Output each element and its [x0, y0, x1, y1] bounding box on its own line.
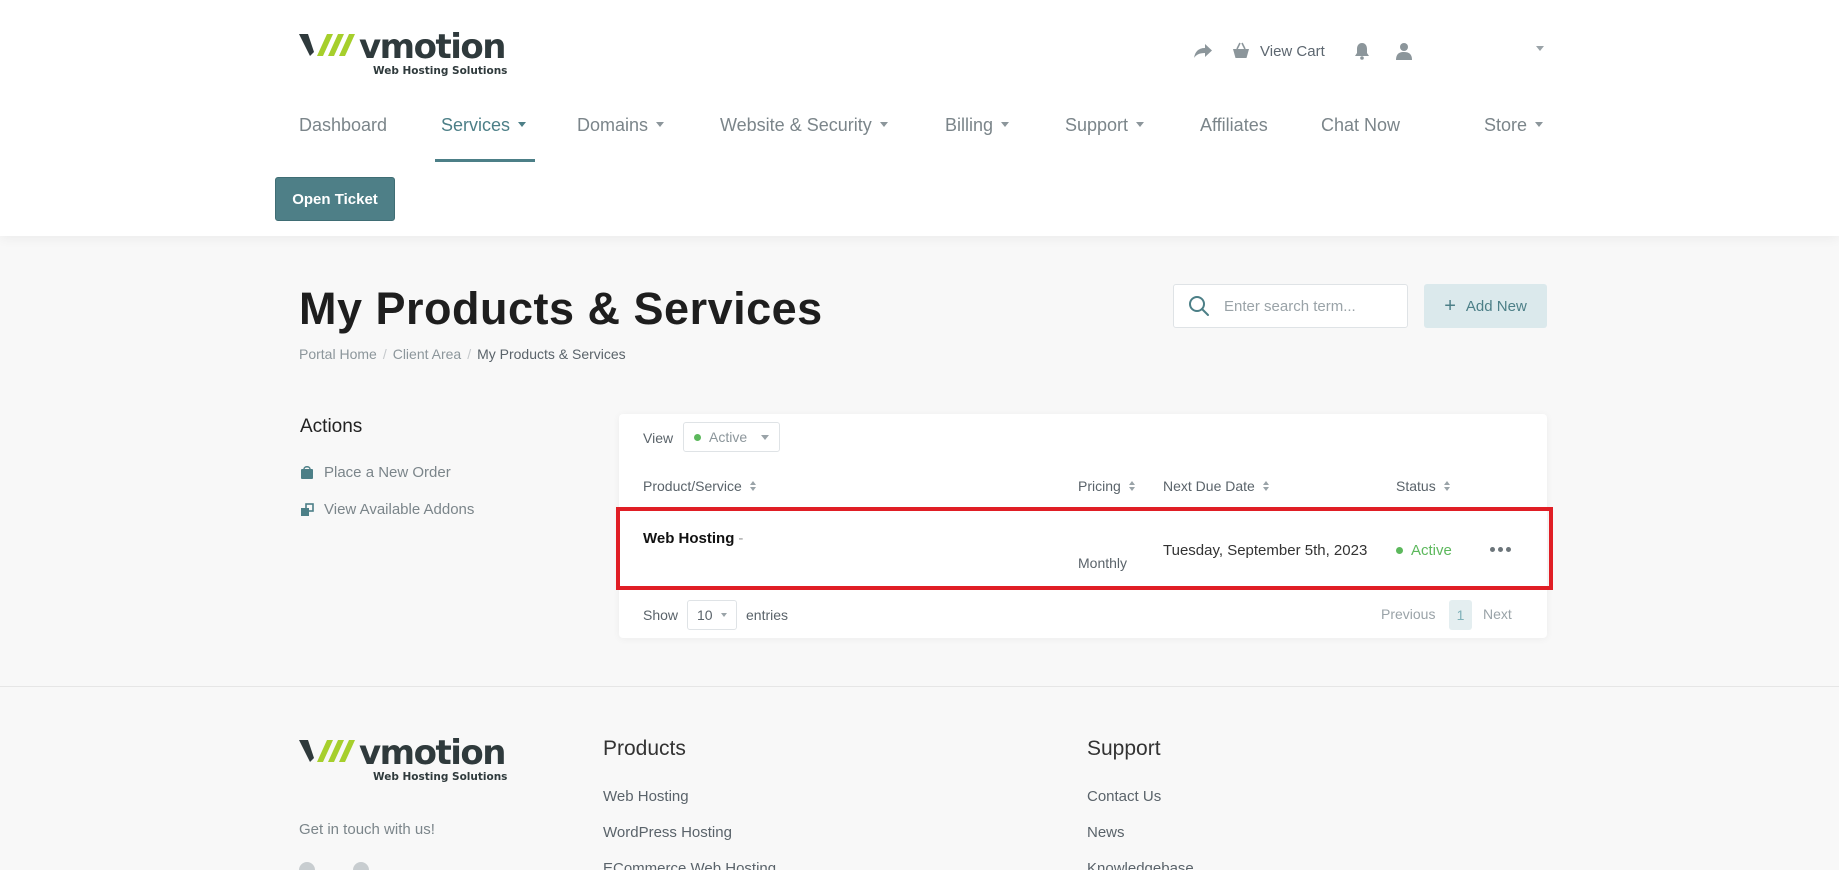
nav-billing[interactable]: Billing	[945, 112, 1010, 138]
nav-website-security[interactable]: Website & Security	[720, 112, 888, 138]
place-new-order-link[interactable]: Place a New Order	[300, 464, 451, 481]
column-header-next-due-date[interactable]: Next Due Date	[1163, 478, 1269, 494]
view-filter-select[interactable]: Active	[683, 422, 780, 452]
search-input[interactable]	[1224, 297, 1394, 315]
nav-active-indicator	[435, 159, 535, 162]
column-header-status[interactable]: Status	[1396, 478, 1450, 494]
column-header-product[interactable]: Product/Service	[643, 478, 756, 494]
footer-link-ecommerce-hosting[interactable]: ECommerce Web Hosting	[603, 860, 776, 870]
bell-icon[interactable]	[1353, 42, 1371, 60]
chevron-down-icon	[518, 121, 527, 127]
view-available-addons-link[interactable]: View Available Addons	[300, 501, 474, 518]
footer-link-web-hosting[interactable]: Web Hosting	[603, 788, 689, 805]
chevron-down-icon	[1535, 121, 1544, 127]
logo-mark-icon	[299, 34, 355, 56]
basket-icon[interactable]	[1230, 42, 1252, 60]
footer-products-heading: Products	[603, 737, 686, 760]
product-name[interactable]: Web Hosting -	[643, 530, 743, 547]
logo-tagline: Web Hosting Solutions	[373, 771, 508, 783]
user-icon[interactable]	[1395, 42, 1413, 60]
chevron-down-icon	[721, 613, 727, 617]
product-next-due-date: Tuesday, September 5th, 2023	[1163, 542, 1368, 559]
add-new-button[interactable]: + Add New	[1424, 284, 1547, 328]
breadcrumb-client-area[interactable]: Client Area	[393, 346, 461, 362]
footer-link-knowledgebase[interactable]: Knowledgebase	[1087, 860, 1194, 870]
logo-tagline: Web Hosting Solutions	[373, 65, 508, 77]
logo-mark-icon	[299, 740, 355, 762]
view-filter-label: View	[643, 430, 674, 446]
nav-chat-now[interactable]: Chat Now	[1321, 112, 1400, 138]
footer-link-news[interactable]: News	[1087, 824, 1125, 841]
sort-icon	[1443, 481, 1450, 491]
status-dot-icon	[1396, 547, 1403, 554]
footer-link-wordpress-hosting[interactable]: WordPress Hosting	[603, 824, 732, 841]
nav-affiliates[interactable]: Affiliates	[1200, 112, 1268, 138]
status-dot-icon	[694, 433, 701, 441]
chevron-down-icon	[656, 121, 665, 127]
footer-social-icons	[299, 862, 407, 870]
chevron-down-icon	[1001, 121, 1010, 127]
footer-link-contact-us[interactable]: Contact Us	[1087, 788, 1161, 805]
brand-logo[interactable]: vmotion Web Hosting Solutions	[299, 30, 507, 77]
logo-wordmark: vmotion Web Hosting Solutions	[359, 736, 507, 783]
pagination-previous[interactable]: Previous	[1381, 606, 1435, 622]
chevron-down-icon	[879, 121, 888, 127]
breadcrumb-separator: /	[467, 346, 472, 362]
breadcrumb-portal-home[interactable]: Portal Home	[299, 346, 377, 362]
logo-name: vmotion	[359, 733, 506, 773]
footer-support-heading: Support	[1087, 737, 1161, 760]
search-icon	[1189, 296, 1209, 316]
chevron-down-icon	[761, 435, 769, 440]
nav-store[interactable]: Store	[1484, 112, 1544, 138]
footer-divider	[0, 686, 1839, 687]
show-entries-label: Show	[643, 607, 679, 623]
open-ticket-button[interactable]: Open Ticket	[275, 177, 395, 221]
breadcrumb-current: My Products & Services	[477, 346, 626, 362]
breadcrumb: Portal Home / Client Area / My Products …	[299, 346, 626, 362]
view-cart-link[interactable]: View Cart	[1260, 43, 1325, 60]
product-pricing: Monthly	[1078, 555, 1128, 571]
entries-label: entries	[746, 607, 789, 623]
logo-wordmark: vmotion Web Hosting Solutions	[359, 30, 507, 77]
shopping-bag-icon	[301, 465, 313, 479]
header-utilities: View Cart	[1192, 38, 1413, 64]
footer-logo[interactable]: vmotion Web Hosting Solutions	[299, 736, 507, 783]
sort-icon	[1262, 481, 1269, 491]
share-arrow-icon[interactable]	[1192, 43, 1214, 59]
search-box	[1173, 284, 1408, 328]
add-new-label: Add New	[1465, 297, 1527, 315]
breadcrumb-separator: /	[382, 346, 387, 362]
sort-icon	[749, 481, 756, 491]
chevron-down-icon	[1136, 121, 1145, 127]
entries-per-page-select[interactable]: 10	[687, 600, 737, 630]
status-badge: Active	[1396, 542, 1452, 559]
sort-icon	[1128, 481, 1135, 491]
more-options-icon[interactable]	[1490, 547, 1514, 552]
addons-icon	[301, 502, 314, 516]
actions-heading: Actions	[300, 416, 363, 437]
account-dropdown-caret-icon[interactable]	[1536, 46, 1544, 51]
pagination-next[interactable]: Next	[1483, 606, 1512, 622]
nav-services[interactable]: Services	[441, 112, 527, 138]
social-icon[interactable]	[353, 862, 369, 870]
column-header-pricing[interactable]: Pricing	[1078, 478, 1135, 494]
plus-icon: +	[1444, 295, 1456, 317]
pagination-page[interactable]: 1	[1449, 600, 1472, 630]
page-title: My Products & Services	[299, 283, 823, 334]
social-icon[interactable]	[299, 862, 315, 870]
footer-contact-text: Get in touch with us!	[299, 821, 435, 838]
nav-support[interactable]: Support	[1065, 112, 1145, 138]
nav-domains[interactable]: Domains	[577, 112, 665, 138]
logo-name: vmotion	[359, 27, 506, 67]
nav-dashboard[interactable]: Dashboard	[299, 112, 387, 138]
